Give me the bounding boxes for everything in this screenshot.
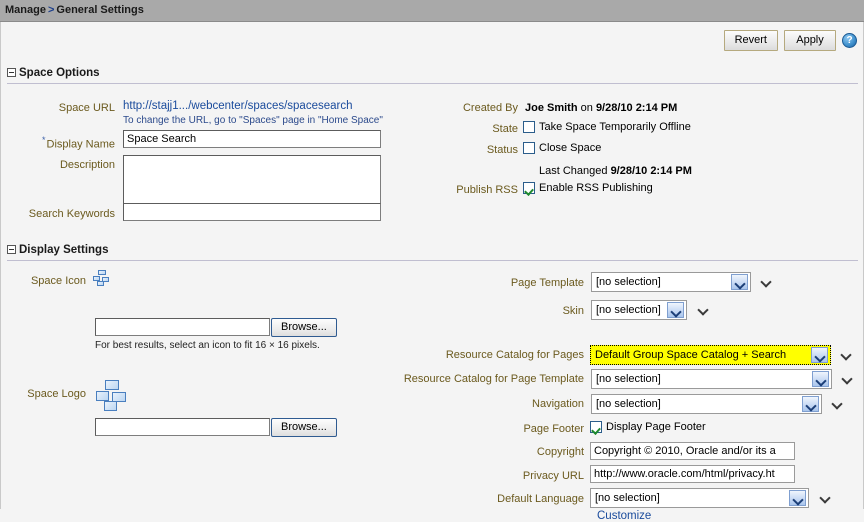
- created-by-name: Joe Smith: [525, 102, 578, 114]
- state-label: State: [492, 123, 518, 135]
- section-header-display-settings: Display Settings: [7, 244, 858, 261]
- space-logo-file-input[interactable]: [95, 418, 270, 436]
- default-language-dropdown-arrow-icon[interactable]: [789, 490, 806, 506]
- status-label: Status: [486, 144, 518, 156]
- navigation-value: [no selection]: [596, 398, 661, 410]
- space-icon-preview-icon: [93, 270, 111, 286]
- close-space-label: Close Space: [539, 142, 602, 154]
- resource-catalog-pages-dropdown-arrow-icon[interactable]: [811, 347, 828, 363]
- content-frame: Revert Apply ? Space Options Space URL h…: [0, 22, 864, 522]
- collapse-toggle-space-options-icon[interactable]: [7, 68, 16, 77]
- publish-rss-checkbox-row: Enable RSS Publishing: [523, 182, 653, 194]
- page-template-value: [no selection]: [596, 276, 661, 288]
- space-logo-label: Space Logo: [27, 388, 86, 400]
- resource-catalog-template-value: [no selection]: [596, 373, 661, 385]
- space-icon-label: Space Icon: [30, 275, 86, 287]
- created-by-label: Created By: [462, 102, 518, 114]
- general-settings-page: Manage > General Settings Revert Apply ? S…: [0, 0, 864, 522]
- page-footer-checkbox-row: Display Page Footer: [590, 421, 706, 433]
- required-indicator: *: [42, 135, 46, 145]
- description-label: Description: [59, 159, 115, 171]
- navigation-select[interactable]: [no selection]: [591, 394, 822, 414]
- space-logo-browse-button[interactable]: Browse...: [271, 418, 337, 437]
- display-page-footer-checkbox[interactable]: [590, 421, 602, 433]
- enable-rss-publishing-checkbox[interactable]: [523, 182, 535, 194]
- collapse-toggle-display-settings-icon[interactable]: [7, 245, 16, 254]
- skin-select[interactable]: [no selection]: [591, 300, 687, 320]
- skin-more-chevron-icon[interactable]: [698, 305, 709, 316]
- space-logo-preview-icon: [96, 380, 128, 412]
- last-changed-row: Last Changed 9/28/10 2:14 PM: [539, 165, 692, 177]
- section-title-display-settings: Display Settings: [19, 244, 109, 256]
- publish-rss-label: Publish RSS: [456, 184, 518, 196]
- page-template-label: Page Template: [510, 277, 584, 289]
- resource-catalog-template-more-chevron-icon[interactable]: [842, 374, 853, 385]
- revert-button[interactable]: Revert: [723, 30, 778, 51]
- skin-dropdown-arrow-icon[interactable]: [667, 302, 684, 318]
- apply-button[interactable]: Apply: [784, 30, 836, 51]
- default-language-select[interactable]: [no selection]: [590, 488, 809, 508]
- page-template-more-chevron-icon[interactable]: [761, 277, 772, 288]
- skin-label: Skin: [562, 305, 584, 317]
- resource-catalog-pages-value: Default Group Space Catalog + Search: [591, 349, 811, 361]
- page-template-select[interactable]: [no selection]: [591, 272, 751, 292]
- default-language-label: Default Language: [497, 493, 584, 505]
- created-by-mid: on: [577, 102, 596, 114]
- section-header-space-options: Space Options: [7, 67, 858, 84]
- created-by-date: 9/28/10 2:14 PM: [595, 102, 678, 114]
- copyright-label: Copyright: [536, 446, 584, 458]
- navigation-more-chevron-icon[interactable]: [832, 399, 843, 410]
- breadcrumb: Manage > General Settings: [5, 4, 144, 16]
- display-page-footer-label: Display Page Footer: [606, 421, 706, 433]
- default-language-value: [no selection]: [595, 492, 660, 504]
- navigation-dropdown-arrow-icon[interactable]: [802, 396, 819, 412]
- last-changed-label: Last Changed: [539, 165, 608, 177]
- section-title-space-options: Space Options: [19, 67, 100, 79]
- enable-rss-publishing-label: Enable RSS Publishing: [539, 182, 653, 194]
- page-footer-label: Page Footer: [523, 423, 584, 435]
- status-checkbox-row: Close Space: [523, 142, 601, 154]
- last-changed-value: 9/28/10 2:14 PM: [610, 165, 692, 177]
- display-name-label: *Display Name: [42, 135, 115, 151]
- resource-catalog-template-select[interactable]: [no selection]: [591, 369, 832, 389]
- space-url-label: Space URL: [58, 102, 115, 114]
- take-space-offline-label: Take Space Temporarily Offline: [539, 121, 691, 133]
- space-url-value[interactable]: http://stajj1.../webcenter/spaces/spaces…: [123, 100, 352, 112]
- space-icon-browse-button[interactable]: Browse...: [271, 318, 337, 337]
- help-icon[interactable]: ?: [842, 33, 857, 48]
- close-space-checkbox[interactable]: [523, 142, 535, 154]
- skin-value: [no selection]: [596, 304, 661, 316]
- created-by-value: Joe Smith on 9/28/10 2:14 PM: [525, 102, 677, 114]
- resource-catalog-pages-select[interactable]: Default Group Space Catalog + Search: [590, 345, 831, 365]
- state-checkbox-row: Take Space Temporarily Offline: [523, 121, 691, 133]
- resource-catalog-template-dropdown-arrow-icon[interactable]: [812, 371, 829, 387]
- search-keywords-label: Search Keywords: [28, 208, 115, 220]
- resource-catalog-pages-label: Resource Catalog for Pages: [445, 349, 584, 361]
- copyright-input[interactable]: [590, 442, 795, 460]
- search-keywords-input[interactable]: [123, 203, 381, 221]
- display-name-input[interactable]: [123, 130, 381, 148]
- default-language-more-chevron-icon[interactable]: [820, 493, 831, 504]
- page-template-dropdown-arrow-icon[interactable]: [731, 274, 748, 290]
- breadcrumb-separator: >: [47, 4, 55, 16]
- breadcrumb-item-manage[interactable]: Manage: [5, 4, 46, 16]
- navigation-label: Navigation: [532, 398, 584, 410]
- space-icon-file-input[interactable]: [95, 318, 270, 336]
- action-toolbar: Revert Apply ?: [723, 30, 857, 51]
- resource-catalog-template-label: Resource Catalog for Page Template: [403, 373, 584, 385]
- customize-link[interactable]: Customize: [597, 510, 651, 522]
- breadcrumb-bar: Manage > General Settings: [0, 0, 864, 22]
- privacy-url-label: Privacy URL: [522, 470, 584, 482]
- space-url-hint: To change the URL, go to "Spaces" page i…: [123, 115, 383, 126]
- take-space-offline-checkbox[interactable]: [523, 121, 535, 133]
- breadcrumb-item-general-settings: General Settings: [56, 4, 144, 16]
- space-icon-hint: For best results, select an icon to fit …: [95, 340, 320, 351]
- resource-catalog-pages-more-chevron-icon[interactable]: [841, 350, 852, 361]
- privacy-url-input[interactable]: [590, 465, 795, 483]
